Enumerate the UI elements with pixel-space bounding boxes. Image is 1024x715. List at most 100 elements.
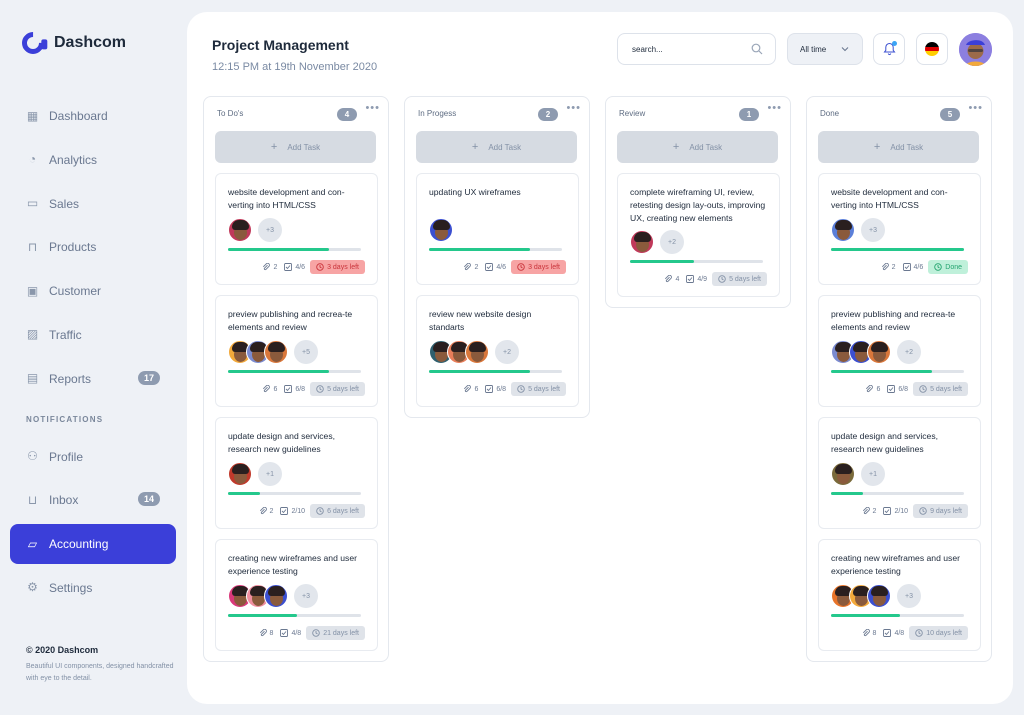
task-card[interactable]: review new website design standarts +2 6 6/…	[416, 295, 579, 407]
task-title: update design and services, research new…	[831, 431, 939, 454]
attachments-value: 2	[269, 507, 274, 515]
add-task-button[interactable]: + Add Task	[215, 131, 376, 163]
task-card[interactable]: preview publishing and recrea-te element…	[818, 295, 981, 407]
column-header: In Progess 2 •••	[405, 97, 589, 129]
avatar	[264, 584, 288, 608]
sidebar-item-inbox[interactable]: ⊔ Inbox 14	[10, 480, 176, 520]
task-card[interactable]: complete wireframing UI, review, retesti…	[617, 173, 780, 298]
checkbox-icon	[883, 629, 892, 637]
progress-bar	[228, 248, 361, 251]
sidebar-item-reports[interactable]: ▤ Reports 17	[10, 359, 176, 399]
checklist-count: 6/8	[887, 385, 908, 393]
task-title: website development and con-verting into…	[228, 187, 345, 210]
sidebar-item-label: Reports	[49, 371, 92, 386]
time-filter-dropdown[interactable]: All time	[787, 33, 863, 65]
assignee-avatars: +3	[228, 218, 365, 242]
progress-fill	[429, 370, 531, 373]
assignee-avatars: +3	[228, 584, 365, 608]
paperclip-icon	[263, 263, 271, 271]
more-assignees-badge: +2	[660, 230, 684, 255]
task-card[interactable]: creating new wireframes and user experie…	[215, 539, 378, 651]
avatar-hair	[232, 220, 249, 230]
assignee-avatars	[429, 218, 566, 242]
task-card[interactable]: preview publishing and recrea-te element…	[215, 295, 378, 407]
clock-icon	[919, 507, 927, 515]
grid-icon: ▦	[26, 108, 39, 123]
sidebar-item-label: Inbox	[49, 493, 79, 508]
footer-tagline: Beautiful UI components, designed handcr…	[26, 663, 174, 682]
add-task-label: Add Task	[488, 142, 522, 152]
checkbox-icon	[284, 263, 293, 271]
checklist-count: 4/8	[280, 629, 301, 637]
sidebar-item-traffic[interactable]: ▨ Traffic	[10, 315, 176, 355]
avatar	[831, 218, 855, 242]
add-task-button[interactable]: + Add Task	[818, 131, 979, 163]
sidebar-item-dashboard[interactable]: ▦ Dashboard	[10, 96, 176, 136]
task-card[interactable]: website development and con-verting into…	[215, 173, 378, 285]
user-avatar[interactable]	[959, 33, 992, 66]
task-card[interactable]: update design and services, research new…	[818, 417, 981, 529]
due-text: 5 days left	[729, 275, 761, 283]
add-task-button[interactable]: + Add Task	[416, 131, 577, 163]
folder-icon: ▱	[27, 536, 38, 551]
sidebar-item-settings[interactable]: ⚙ Settings	[10, 568, 176, 608]
task-card[interactable]: update design and services, research new…	[215, 417, 378, 529]
task-title: preview publishing and recrea-te element…	[228, 309, 353, 332]
logo[interactable]: Dashcom	[17, 27, 126, 59]
checklist-value: 6/8	[295, 385, 306, 393]
task-card[interactable]: updating UX wireframes 2 4/6 3 days left	[416, 173, 579, 285]
column-count-badge: 2	[538, 108, 558, 121]
more-options-icon[interactable]: •••	[968, 102, 983, 114]
task-meta: 2 2/10 6 days left	[228, 504, 365, 518]
column-title: Review	[619, 109, 646, 118]
avatar	[831, 462, 855, 486]
clock-icon	[316, 507, 324, 515]
sidebar-item-accounting[interactable]: ▱ Accounting	[10, 524, 176, 565]
due-text: Done	[945, 263, 962, 271]
sidebar-item-products[interactable]: ⊓ Products	[10, 227, 176, 267]
more-options-icon[interactable]: •••	[767, 102, 782, 114]
add-task-button[interactable]: + Add Task	[617, 131, 778, 163]
more-options-icon[interactable]: •••	[566, 102, 581, 114]
sidebar-item-sales[interactable]: ▭ Sales	[10, 184, 176, 224]
sidebar-item-customer[interactable]: ▣ Customer	[10, 271, 176, 311]
time-filter-value: All time	[800, 44, 827, 54]
task-title: creating new wireframes and user experie…	[228, 553, 357, 576]
search-input[interactable]: search...	[617, 33, 776, 65]
avatar	[867, 340, 891, 364]
kanban-column: To Do's 4 ••• + Add Task website development …	[203, 96, 389, 662]
sidebar-item-profile[interactable]: ⚇ Profile	[10, 437, 176, 477]
sidebar-item-label: Accounting	[49, 537, 109, 552]
progress-fill	[630, 260, 694, 264]
paperclip-icon	[866, 385, 874, 393]
due-text: 6 days left	[327, 507, 359, 515]
due-badge: Done	[928, 260, 968, 274]
language-button[interactable]	[916, 33, 948, 65]
checklist-value: 4/9	[697, 275, 708, 283]
checklist-count: 6/8	[485, 385, 506, 393]
checklist-count: 4/6	[485, 263, 506, 271]
page-title: Project Management	[212, 37, 349, 53]
sidebar-item-analytics[interactable]: ◔ Analytics	[10, 140, 176, 180]
inbox-icon: ⊔	[27, 492, 38, 507]
checkbox-icon	[280, 629, 289, 637]
progress-fill	[831, 492, 863, 495]
clock-icon	[517, 263, 525, 271]
task-meta: 4 4/9 5 days left	[630, 272, 767, 287]
more-options-icon[interactable]: •••	[365, 102, 380, 114]
task-card[interactable]: creating new wireframes and user experie…	[818, 539, 981, 651]
due-badge: 5 days left	[310, 382, 365, 396]
notifications-button[interactable]	[873, 33, 905, 65]
task-meta: 8 4/8 10 days left	[831, 626, 968, 640]
checkbox-icon	[485, 385, 494, 393]
attachments-count: 6	[865, 385, 880, 393]
plus-icon: +	[873, 141, 881, 153]
attachments-value: 4	[675, 275, 680, 283]
attachments-count: 6	[262, 385, 277, 393]
checkbox-icon	[485, 263, 494, 271]
add-task-label: Add Task	[890, 142, 924, 152]
paperclip-icon	[881, 263, 889, 271]
progress-bar	[831, 492, 964, 495]
avatar	[228, 462, 252, 486]
task-card[interactable]: website development and con-verting into…	[818, 173, 981, 285]
